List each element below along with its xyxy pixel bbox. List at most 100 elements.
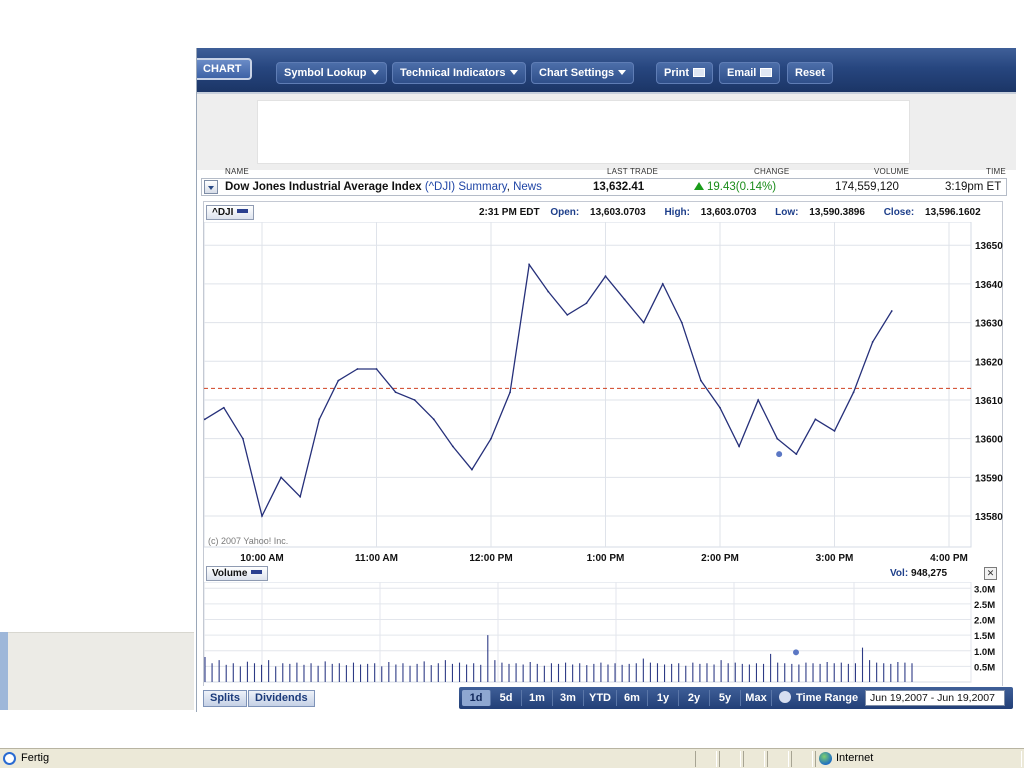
dividends-button[interactable]: Dividends xyxy=(248,690,315,707)
low-readout: Low: 13,590.3896 xyxy=(775,207,873,218)
price-chart[interactable]: 10:00 AM 11:00 AM 12:00 PM 1:00 PM 2:00 PM 3:… xyxy=(204,222,1004,567)
price-point xyxy=(642,321,645,324)
chart-bottom-bar: Splits Dividends 1d 5d 1m 3m YTD 6m 1y 2y 5y Max … xyxy=(197,686,1016,712)
open-label: Open: xyxy=(550,207,580,218)
price-point xyxy=(604,275,607,278)
zone-text: Internet xyxy=(836,752,874,764)
technical-indicators-button[interactable]: Technical Indicators xyxy=(392,62,526,84)
print-button[interactable]: Print xyxy=(656,62,714,84)
symbol-lookup-button[interactable]: Symbol Lookup xyxy=(276,62,387,84)
x-tick-label: 2:00 PM xyxy=(701,553,739,564)
range-button-1d[interactable]: 1d xyxy=(462,690,491,706)
range-button-6m[interactable]: 6m xyxy=(617,690,648,706)
price-point xyxy=(318,418,321,421)
volume-legend-label: Volume xyxy=(212,568,248,579)
email-label: Email xyxy=(727,67,757,79)
date-range-field[interactable]: Jun 19,2007 - Jun 19,2007 xyxy=(865,690,1005,706)
low-label: Low: xyxy=(775,207,799,218)
up-arrow-icon xyxy=(694,182,704,190)
globe-icon xyxy=(819,752,832,765)
range-button-3m[interactable]: 3m xyxy=(553,690,584,706)
range-button-1y[interactable]: 1y xyxy=(648,690,679,706)
x-tick-label: 10:00 AM xyxy=(240,553,284,564)
vol-label: Vol: xyxy=(890,568,909,579)
price-point xyxy=(356,368,359,370)
y-tick-label: 13640 xyxy=(975,280,1003,291)
header-volume: VOLUME xyxy=(874,167,909,176)
open-readout: Open: 13,603.0703 xyxy=(550,207,653,218)
volume-readout: Vol: 948,275 xyxy=(890,568,947,579)
printer-icon xyxy=(693,68,706,77)
close-volume-panel-button[interactable]: ✕ xyxy=(984,567,997,580)
price-point xyxy=(375,368,378,370)
browser-status-bar: Fertig Internet xyxy=(0,748,1024,768)
price-point xyxy=(242,437,244,440)
range-button-ytd[interactable]: YTD xyxy=(584,690,617,706)
price-point xyxy=(585,302,588,305)
price-point xyxy=(528,263,531,266)
price-point xyxy=(413,399,416,401)
close-label: Close: xyxy=(883,207,915,218)
price-point xyxy=(833,430,836,432)
x-tick-label: 4:00 PM xyxy=(930,553,968,564)
range-button-1m[interactable]: 1m xyxy=(522,690,553,706)
range-button-2y[interactable]: 2y xyxy=(679,690,710,706)
price-point xyxy=(280,476,282,479)
x-tick-label: 12:00 PM xyxy=(469,553,512,564)
price-point xyxy=(432,418,435,421)
range-button-5d[interactable]: 5d xyxy=(491,690,522,706)
volume-tick-label: 1.5M xyxy=(974,631,995,642)
email-button[interactable]: Email xyxy=(719,62,781,84)
quote-name-cell: Dow Jones Industrial Average Index (^DJI… xyxy=(225,181,542,193)
x-tick-label: 11:00 AM xyxy=(355,553,398,564)
news-link[interactable]: News xyxy=(513,181,542,193)
close-value: 13,596.1602 xyxy=(925,207,981,218)
range-button-max[interactable]: Max xyxy=(741,690,772,706)
price-point xyxy=(451,445,454,448)
volume-legend-button[interactable]: Volume xyxy=(206,566,269,581)
cursor-time: 2:31 PM EDT xyxy=(479,207,540,218)
status-cell xyxy=(719,751,741,767)
reset-button[interactable]: Reset xyxy=(787,62,833,84)
change-value: 19.43(0.14%) xyxy=(707,181,777,193)
chevron-down-icon xyxy=(618,70,627,75)
quote-dropdown-button[interactable] xyxy=(204,180,218,194)
ad-banner xyxy=(257,100,910,164)
technical-indicators-label: Technical Indicators xyxy=(400,67,506,79)
volume-tick-label: 0.5M xyxy=(974,662,995,673)
chart-tab[interactable]: CHART xyxy=(197,58,252,80)
symbol-legend-button[interactable]: ^DJI xyxy=(206,205,255,220)
price-point xyxy=(471,468,473,471)
splits-button[interactable]: Splits xyxy=(203,690,247,707)
series-swatch-icon xyxy=(237,209,249,213)
price-point xyxy=(661,283,664,285)
print-label: Print xyxy=(664,67,690,79)
price-point xyxy=(261,515,263,517)
price-point xyxy=(680,321,683,324)
volume-chart[interactable]: 3.0M 2.5M 2.0M 1.5M 1.0M 0.5M xyxy=(204,582,1004,688)
time-range-label: Time Range xyxy=(796,692,859,704)
time-range-toggle[interactable]: Time Range xyxy=(779,690,858,706)
range-button-5y[interactable]: 5y xyxy=(710,690,741,706)
status-cell xyxy=(743,751,765,767)
summary-link[interactable]: Summary xyxy=(458,181,506,193)
chart-panel: ^DJI 2:31 PM EDT Open: 13,603.0703 High:… xyxy=(203,201,1003,712)
price-point xyxy=(394,391,397,394)
chevron-down-icon xyxy=(370,70,379,75)
header-time: TIME xyxy=(986,167,1006,176)
open-value: 13,603.0703 xyxy=(590,207,646,218)
vol-value: 948,275 xyxy=(910,568,948,579)
time-range-bar: 1d 5d 1m 3m YTD 6m 1y 2y 5y Max Time Range Jun 19… xyxy=(459,687,1013,709)
chart-applet: CHART Symbol Lookup Technical Indicators… xyxy=(196,48,1016,712)
price-point xyxy=(776,437,779,440)
chart-settings-button[interactable]: Chart Settings xyxy=(531,62,635,84)
high-readout: High: 13,603.0703 xyxy=(664,207,764,218)
price-point xyxy=(547,290,550,293)
y-tick-label: 13650 xyxy=(975,241,1003,252)
symbol-lookup-label: Symbol Lookup xyxy=(284,67,367,79)
y-tick-label: 13620 xyxy=(975,357,1003,368)
volume-tick-label: 2.0M xyxy=(974,616,995,627)
y-tick-label: 13610 xyxy=(975,396,1003,407)
envelope-icon xyxy=(760,68,773,77)
price-point xyxy=(337,379,340,382)
